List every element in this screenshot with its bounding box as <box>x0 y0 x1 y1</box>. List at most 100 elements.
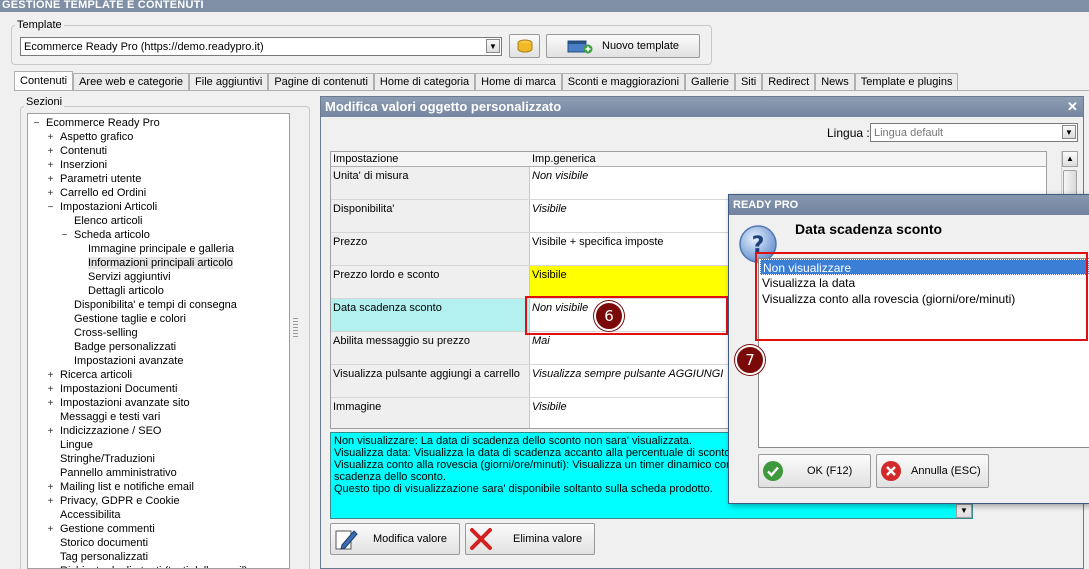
tree-item-label: Scheda articolo <box>74 229 150 241</box>
delete-x-icon <box>470 528 492 550</box>
collapse-icon[interactable]: − <box>60 229 69 243</box>
tree-item[interactable]: Immagine principale e galleria <box>88 242 234 256</box>
expand-icon[interactable]: + <box>46 383 55 397</box>
col-header-setting: Impostazione <box>333 153 399 165</box>
scroll-down-icon[interactable]: ▼ <box>956 504 972 518</box>
tree-item-label: Impostazioni avanzate <box>74 355 184 367</box>
expand-icon[interactable]: + <box>46 173 55 187</box>
expand-icon[interactable]: + <box>46 145 55 159</box>
scroll-up-icon[interactable]: ▲ <box>1062 151 1078 167</box>
tree-item[interactable]: Servizi aggiuntivi <box>88 270 171 284</box>
tree-item-label: Gestione taglie e colori <box>74 313 186 325</box>
tree-item[interactable]: + Impostazioni Documenti <box>46 382 178 397</box>
tree-item[interactable]: Stringhe/Traduzioni <box>60 452 155 466</box>
template-group-label: Template <box>15 19 64 31</box>
tree-item[interactable]: + Aspetto grafico <box>46 130 134 145</box>
splitter-grip-icon[interactable] <box>293 318 298 338</box>
tree-item-label: Aspetto grafico <box>60 131 134 143</box>
expand-icon[interactable]: + <box>46 159 55 173</box>
expand-icon[interactable]: + <box>46 397 55 411</box>
tree-item[interactable]: Lingue <box>60 438 93 452</box>
tree-item-label: Dettagli articolo <box>88 285 164 297</box>
tab-pagine-contenuti[interactable]: Pagine di contenuti <box>268 73 374 91</box>
expand-icon[interactable]: + <box>46 187 55 201</box>
tree-item-label: Servizi aggiuntivi <box>88 271 171 283</box>
ok-button[interactable]: OK (F12) <box>758 454 871 488</box>
tree-item-label: Storico documenti <box>60 537 149 549</box>
tab-template-plugins[interactable]: Template e plugins <box>854 73 959 91</box>
tree-item[interactable]: − Scheda articolo <box>60 228 150 242</box>
tree-item[interactable]: + Parametri utente <box>46 172 142 187</box>
chevron-down-icon[interactable]: ▼ <box>486 39 500 53</box>
setting-cell: Visualizza pulsante aggiungi a carrello <box>331 365 530 397</box>
tab-gallerie[interactable]: Gallerie <box>685 73 735 91</box>
tree-item[interactable]: Messaggi e testi vari <box>60 410 160 424</box>
tree-item-label: Indicizzazione / SEO <box>60 425 162 437</box>
expand-icon[interactable]: + <box>46 481 55 495</box>
tree-item[interactable]: + Gestione commenti <box>46 522 155 536</box>
edit-value-button[interactable]: Modifica valore <box>330 523 460 555</box>
tab-redirect[interactable]: Redirect <box>762 73 816 91</box>
expand-icon[interactable]: + <box>46 369 55 383</box>
tree-item-label: Immagine principale e galleria <box>88 243 235 255</box>
tree-item[interactable]: Storico documenti <box>60 536 148 550</box>
expand-icon[interactable]: + <box>46 523 55 537</box>
tab-contenuti[interactable]: Contenuti <box>14 71 74 91</box>
setting-cell: Disponibilita' <box>331 200 530 232</box>
cancel-button[interactable]: Annulla (ESC) <box>876 454 989 488</box>
tab-home-marca[interactable]: Home di marca <box>475 73 562 91</box>
collapse-icon[interactable]: − <box>46 201 55 215</box>
tree-item[interactable]: Dettagli articolo <box>88 284 164 298</box>
tab-bar: Contenuti Aree web e categorie File aggi… <box>14 71 959 91</box>
tree-item[interactable]: Accessibilita <box>60 508 121 522</box>
annotation-marker-6: 6 <box>594 301 624 331</box>
tree-item[interactable]: Disponibilita' e tempi di consegna <box>74 298 237 312</box>
tree-scrollbar[interactable]: ▲ <box>289 114 290 569</box>
tree-item[interactable]: Tag personalizzati <box>60 550 148 564</box>
expand-icon[interactable]: + <box>46 495 55 509</box>
tree-item[interactable]: + Carrello ed Ordini <box>46 186 147 201</box>
setting-cell: Unita' di misura <box>331 167 530 199</box>
tree-item[interactable]: Cross-selling <box>74 326 138 340</box>
dialog-title: READY PRO <box>729 195 1089 215</box>
tree-item[interactable]: + Ricerca articoli <box>46 368 133 383</box>
app-title: GESTIONE TEMPLATE E CONTENUTI <box>0 0 1089 12</box>
new-template-button[interactable]: Nuovo template <box>546 34 700 58</box>
language-select[interactable]: Lingua default ▼ <box>870 123 1078 142</box>
tree-item[interactable]: Gestione taglie e colori <box>74 312 186 326</box>
expand-icon[interactable]: + <box>46 131 55 145</box>
tree-item-label: Carrello ed Ordini <box>60 187 147 199</box>
tree-item[interactable]: + Contenuti <box>46 144 108 159</box>
tree-item[interactable]: Richieste degli utenti (testi delle emai… <box>60 564 248 568</box>
tab-aree-web[interactable]: Aree web e categorie <box>73 73 190 91</box>
close-icon[interactable]: ✕ <box>1067 99 1078 115</box>
tree-item[interactable]: Pannello amministrativo <box>60 466 177 480</box>
tree-item[interactable]: + Privacy, GDPR e Cookie <box>46 494 180 508</box>
tab-news[interactable]: News <box>815 73 855 91</box>
tree-item[interactable]: + Mailing list e notifiche email <box>46 480 194 494</box>
tree-item[interactable]: + Impostazioni avanzate sito <box>46 396 190 410</box>
tree-item[interactable]: Informazioni principali articolo <box>88 256 233 270</box>
tree-item[interactable]: − Ecommerce Ready Pro <box>32 116 160 130</box>
tree-item[interactable]: Elenco articoli <box>74 214 142 228</box>
tab-siti[interactable]: Siti <box>734 73 763 91</box>
tree-item[interactable]: − Impostazioni Articoli <box>46 200 158 215</box>
open-template-button[interactable] <box>509 34 540 58</box>
collapse-icon[interactable]: − <box>32 117 41 131</box>
tree-item-label: Contenuti <box>60 145 108 157</box>
tab-home-categoria[interactable]: Home di categoria <box>373 73 476 91</box>
tree-item-label: Stringhe/Traduzioni <box>60 453 155 465</box>
tree-item[interactable]: Impostazioni avanzate <box>74 354 183 368</box>
language-label: Lingua : <box>827 126 870 140</box>
tree-item[interactable]: + Indicizzazione / SEO <box>46 424 162 438</box>
template-select[interactable]: Ecommerce Ready Pro (https://demo.readyp… <box>20 37 502 56</box>
sections-tree[interactable]: − Ecommerce Ready Pro + Aspetto grafico + Con… <box>27 113 290 569</box>
col-header-value: Imp.generica <box>532 153 596 165</box>
delete-value-button[interactable]: Elimina valore <box>465 523 595 555</box>
tree-item[interactable]: + Inserzioni <box>46 158 108 173</box>
tab-file-aggiuntivi[interactable]: File aggiuntivi <box>189 73 269 91</box>
chevron-down-icon[interactable]: ▼ <box>1062 125 1076 139</box>
tab-sconti[interactable]: Sconti e maggiorazioni <box>561 73 686 91</box>
expand-icon[interactable]: + <box>46 425 55 439</box>
tree-item[interactable]: Badge personalizzati <box>74 340 176 354</box>
